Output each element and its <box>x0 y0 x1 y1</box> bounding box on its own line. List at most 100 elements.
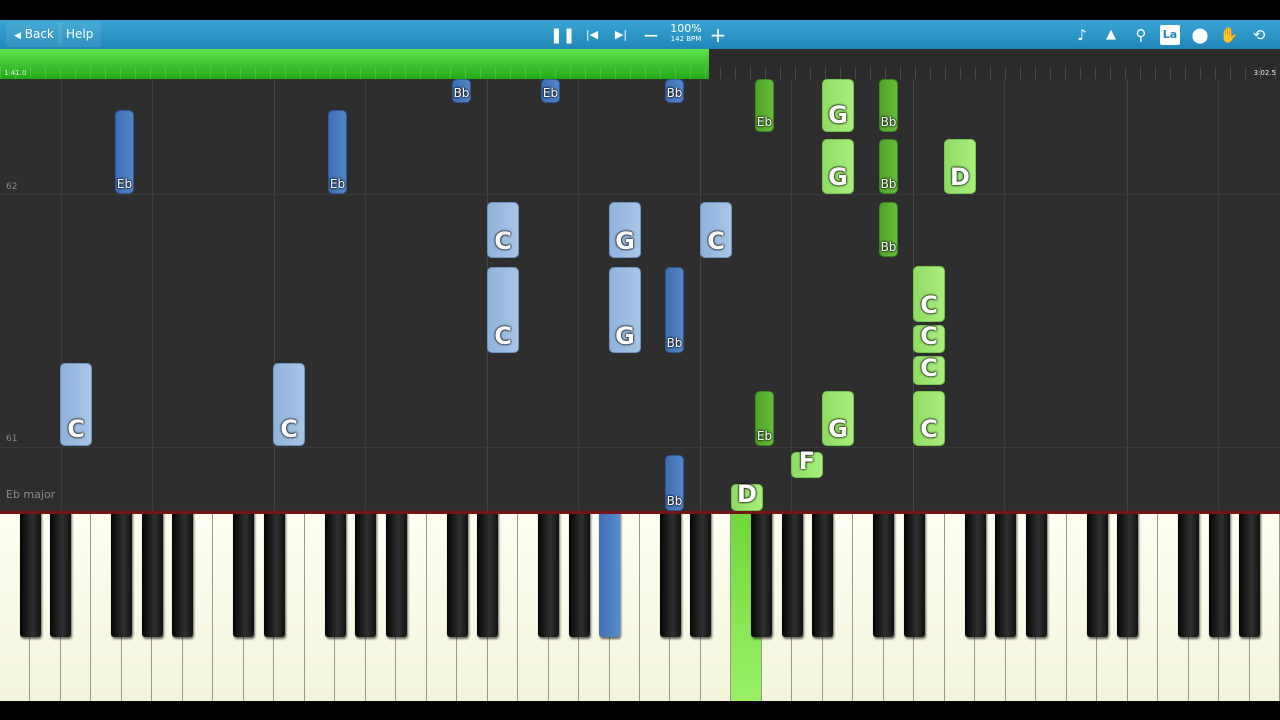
black-key[interactable] <box>1208 511 1230 637</box>
measure-line <box>0 194 1280 195</box>
black-key[interactable] <box>446 511 468 637</box>
progress-tick <box>1185 67 1186 79</box>
note-block: G <box>609 202 641 258</box>
note-label: C <box>280 415 298 443</box>
progress-tick <box>525 67 526 79</box>
search-icon[interactable]: ⚲ <box>1130 24 1152 46</box>
zoom-in-icon[interactable]: + <box>707 24 729 46</box>
black-key[interactable] <box>690 511 712 637</box>
progress-tick <box>1155 67 1156 79</box>
black-key[interactable] <box>324 511 346 637</box>
black-key[interactable] <box>233 511 255 637</box>
black-key[interactable] <box>873 511 895 637</box>
progress-tick <box>45 67 46 79</box>
note-block: Bb <box>879 139 898 194</box>
progress-tick <box>1140 67 1141 79</box>
progress-tick <box>270 67 271 79</box>
black-key[interactable] <box>263 511 285 637</box>
note-label-icon[interactable]: La <box>1160 25 1180 45</box>
music-note-icon[interactable]: ♪ <box>1071 24 1093 46</box>
note-label: G <box>615 227 635 255</box>
black-key[interactable] <box>995 511 1017 637</box>
progress-tick <box>885 67 886 79</box>
zoom-out-icon[interactable]: − <box>640 24 662 46</box>
progress-tick <box>990 67 991 79</box>
measure-number: 62 <box>6 182 18 192</box>
note-label: C <box>494 227 512 255</box>
black-key[interactable] <box>812 511 834 637</box>
progress-tick <box>495 67 496 79</box>
note-label: Eb <box>756 429 773 443</box>
black-key[interactable] <box>1086 511 1108 637</box>
progress-tick <box>435 67 436 79</box>
skip-back-icon[interactable]: |◀ <box>581 24 603 46</box>
progress-tick <box>660 67 661 79</box>
note-label: Bb <box>666 494 683 508</box>
progress-tick <box>945 67 946 79</box>
black-key[interactable] <box>477 511 499 637</box>
measure-line <box>0 447 1280 448</box>
black-key[interactable] <box>141 511 163 637</box>
song-progress-bar[interactable]: 1:41.0 3:02.5 <box>0 49 1280 79</box>
progress-tick <box>255 67 256 79</box>
marker-icon[interactable]: ⬤ <box>1189 24 1211 46</box>
back-label: Back <box>24 27 54 41</box>
note-block: C <box>60 363 92 446</box>
note-block: Bb <box>665 79 684 103</box>
black-key[interactable] <box>1178 511 1200 637</box>
note-block: C <box>273 363 305 446</box>
progress-tick <box>450 67 451 79</box>
hand-icon[interactable]: ✋ <box>1218 24 1240 46</box>
help-button[interactable]: Help <box>58 22 102 47</box>
black-key[interactable] <box>659 511 681 637</box>
note-block: G <box>822 139 854 194</box>
progress-tick <box>180 67 181 79</box>
black-key[interactable] <box>538 511 560 637</box>
progress-tick <box>765 67 766 79</box>
black-key[interactable] <box>903 511 925 637</box>
note-label: C <box>707 227 725 255</box>
note-label: C <box>920 322 938 350</box>
note-block: G <box>822 391 854 446</box>
note-block: Eb <box>755 79 774 132</box>
black-key[interactable] <box>599 511 621 637</box>
progress-tick <box>1110 67 1111 79</box>
black-key[interactable] <box>568 511 590 637</box>
skip-forward-icon[interactable]: ▶| <box>610 24 632 46</box>
loop-icon[interactable]: ⟲ <box>1248 24 1270 46</box>
metronome-icon[interactable]: ▲ <box>1100 24 1122 46</box>
progress-tick <box>1125 67 1126 79</box>
progress-tick <box>510 67 511 79</box>
black-key[interactable] <box>50 511 72 637</box>
progress-fill <box>0 49 710 79</box>
progress-tick <box>195 67 196 79</box>
black-key[interactable] <box>19 511 41 637</box>
black-key[interactable] <box>355 511 377 637</box>
black-key[interactable] <box>751 511 773 637</box>
black-key[interactable] <box>111 511 133 637</box>
back-button[interactable]: ◀ Back <box>6 22 62 47</box>
note-block: C <box>913 354 945 385</box>
progress-tick <box>390 67 391 79</box>
black-key[interactable] <box>172 511 194 637</box>
black-key[interactable] <box>1117 511 1139 637</box>
black-key[interactable] <box>385 511 407 637</box>
black-key[interactable] <box>1025 511 1047 637</box>
note-label: Bb <box>880 115 897 129</box>
progress-tick <box>645 67 646 79</box>
progress-tick <box>840 67 841 79</box>
black-key[interactable] <box>1239 511 1261 637</box>
progress-tick <box>855 67 856 79</box>
note-label: C <box>67 415 85 443</box>
progress-tick <box>1065 67 1066 79</box>
progress-tick <box>930 67 931 79</box>
keyboard-top-edge <box>0 511 1280 514</box>
pause-icon[interactable]: ❚❚ <box>550 24 575 46</box>
note-block: C <box>913 266 945 322</box>
black-key[interactable] <box>964 511 986 637</box>
piano-keyboard[interactable] <box>0 511 1280 701</box>
progress-tick <box>75 67 76 79</box>
note-block: C <box>487 267 519 353</box>
note-label: G <box>828 101 848 129</box>
black-key[interactable] <box>781 511 803 637</box>
